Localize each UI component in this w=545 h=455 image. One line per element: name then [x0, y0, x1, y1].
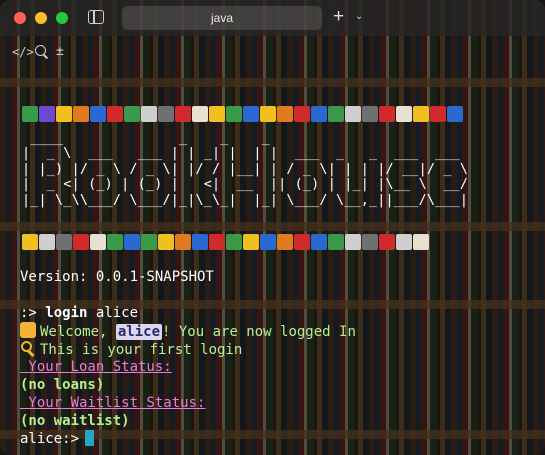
book-emoji-icon [311, 234, 327, 250]
loan-status-value: (no loans) [20, 377, 105, 393]
command-line: :> login alice [20, 304, 138, 322]
tab-java[interactable]: java [122, 6, 322, 30]
book-emoji-row-bottom [22, 234, 430, 254]
shelf-decoration [0, 78, 545, 87]
welcome-prefix: Welcome, [40, 324, 116, 340]
book-emoji-icon [192, 106, 208, 122]
book-emoji-icon [379, 234, 395, 250]
version-line: Version: 0.0.1-SNAPSHOT [20, 269, 214, 285]
book-emoji-icon [430, 106, 446, 122]
book-emoji-icon [175, 234, 191, 250]
book-emoji-icon [362, 234, 378, 250]
book-emoji-icon [277, 234, 293, 250]
book-emoji-icon [22, 106, 38, 122]
first-login-text: This is your first login [40, 342, 243, 358]
book-emoji-icon [73, 106, 89, 122]
loan-status-header: Your Loan Status: [20, 359, 172, 375]
book-emoji-icon [209, 106, 225, 122]
book-emoji-icon [158, 106, 174, 122]
book-emoji-icon [345, 234, 361, 250]
book-emoji-icon [328, 106, 344, 122]
book-emoji-icon [447, 106, 463, 122]
new-tab-button[interactable]: + [333, 5, 344, 29]
text-cursor [85, 430, 95, 446]
book-emoji-icon [328, 234, 344, 250]
book-emoji-icon [209, 234, 225, 250]
book-emoji-icon [243, 106, 259, 122]
welcome-suffix: ! You are now logged In [162, 324, 356, 340]
input-line[interactable]: alice:> [20, 430, 95, 448]
first-login-line: This is your first login [20, 340, 242, 359]
book-emoji-icon [226, 106, 242, 122]
waving-hand-icon [20, 322, 36, 338]
search-icon[interactable] [35, 45, 46, 56]
welcome-line: Welcome, alice! You are now logged In [20, 322, 356, 341]
book-emoji-icon [294, 234, 310, 250]
sidebar-toggle-icon[interactable] [88, 10, 104, 24]
book-emoji-icon [22, 234, 38, 250]
plus-minus-icon[interactable]: ± [56, 44, 64, 60]
book-emoji-icon [39, 106, 55, 122]
shelf-decoration [0, 222, 545, 231]
key-icon [20, 340, 36, 356]
shell-prompt: alice:> [20, 431, 80, 447]
book-emoji-icon [311, 106, 327, 122]
book-emoji-icon [277, 106, 293, 122]
book-emoji-icon [124, 106, 140, 122]
book-emoji-icon [413, 106, 429, 122]
book-emoji-icon [294, 106, 310, 122]
book-emoji-icon [158, 234, 174, 250]
book-emoji-icon [56, 106, 72, 122]
book-emoji-icon [141, 106, 157, 122]
command-argument: alice [87, 305, 139, 321]
book-emoji-icon [175, 106, 191, 122]
command-verb: login [45, 305, 88, 321]
book-emoji-icon [396, 234, 412, 250]
book-emoji-icon [379, 106, 395, 122]
waitlist-status-value: (no waitlist) [20, 413, 130, 429]
code-icon[interactable]: </> [12, 44, 34, 60]
book-emoji-icon [226, 234, 242, 250]
prompt-symbol: :> [20, 305, 46, 321]
book-emoji-icon [260, 106, 276, 122]
book-emoji-icon [90, 106, 106, 122]
book-emoji-icon [413, 234, 429, 250]
book-emoji-icon [90, 234, 106, 250]
title-bar: java + ⌄ [0, 0, 545, 36]
book-emoji-icon [39, 234, 55, 250]
book-emoji-icon [396, 106, 412, 122]
book-emoji-icon [73, 234, 89, 250]
book-emoji-icon [192, 234, 208, 250]
terminal-window: java + ⌄ </> ± ____ _ _ _ | _ \ ___ ___ … [0, 0, 545, 455]
book-emoji-icon [124, 234, 140, 250]
ascii-banner: ____ _ _ _ | _ \ ___ ___ | | _| | | | __… [22, 131, 469, 208]
book-emoji-icon [107, 106, 123, 122]
book-emoji-icon [345, 106, 361, 122]
username-highlight: alice [115, 324, 163, 340]
minimize-button[interactable] [35, 12, 47, 24]
maximize-button[interactable] [56, 12, 68, 24]
book-emoji-icon [260, 234, 276, 250]
close-button[interactable] [14, 12, 26, 24]
book-emoji-icon [362, 106, 378, 122]
tab-menu-chevron-icon[interactable]: ⌄ [355, 7, 363, 27]
book-emoji-icon [107, 234, 123, 250]
book-emoji-row-top [22, 106, 464, 126]
book-emoji-icon [243, 234, 259, 250]
book-emoji-icon [141, 234, 157, 250]
waitlist-status-header: Your Waitlist Status: [20, 395, 206, 411]
book-emoji-icon [56, 234, 72, 250]
